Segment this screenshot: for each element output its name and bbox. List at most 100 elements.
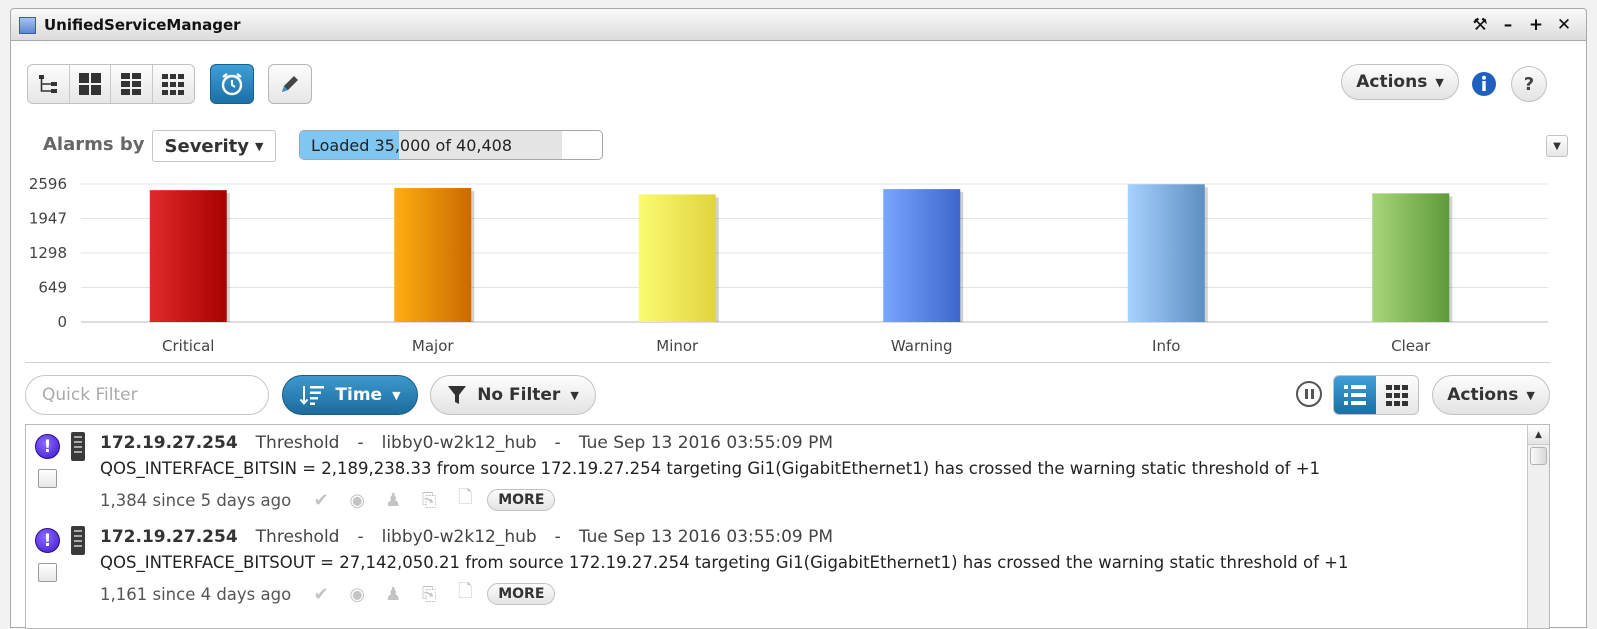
- tree-view-button[interactable]: [28, 65, 70, 103]
- alarm-message: QOS_INTERFACE_BITSOUT = 27,142,050.21 fr…: [100, 553, 1349, 572]
- alarm-type: Threshold: [255, 527, 340, 547]
- alarm-device: libby0-w2k12_hub: [381, 433, 537, 453]
- acknowledge-icon[interactable]: ✔: [309, 584, 333, 605]
- quick-filter-input[interactable]: [25, 375, 269, 415]
- alarm-ip: 172.19.27.254: [100, 433, 238, 453]
- alarm-header: 172.19.27.254 Threshold - libby0-w2k12_hub -…: [100, 527, 833, 547]
- server-icon: [71, 526, 85, 555]
- x-tick-label: Critical: [162, 337, 214, 355]
- bar-major[interactable]: [394, 188, 472, 322]
- scroll-up-arrow-icon[interactable]: ▲: [1528, 425, 1549, 445]
- bar-info[interactable]: [1127, 184, 1205, 322]
- wrench-icon[interactable]: ⚒: [1472, 15, 1488, 35]
- alarm-header: 172.19.27.254 Threshold - libby0-w2k12_hub -…: [100, 433, 833, 453]
- app-icon: [19, 17, 36, 34]
- sort-label: Time: [335, 385, 383, 405]
- alarm-row[interactable]: ! 172.19.27.254 Threshold - libby0-w2k12_hu…: [26, 519, 1526, 607]
- caret-down-icon: ▼: [1435, 75, 1444, 89]
- add-note-icon[interactable]: 🗋: [453, 579, 477, 609]
- chart-collapse-button[interactable]: ▼: [1546, 135, 1568, 157]
- alarm-footer: 1,161 since 4 days ago ✔ ◉ ♟ ⎘ 🗋 MORE: [100, 579, 556, 609]
- server-icon: [71, 432, 85, 461]
- grid-large-icon: [78, 73, 101, 95]
- close-button[interactable]: ✕: [1556, 15, 1572, 35]
- tile-view-button[interactable]: [1376, 376, 1418, 414]
- minimize-button[interactable]: –: [1500, 15, 1516, 35]
- add-note-icon[interactable]: 🗋: [453, 485, 477, 515]
- top-actions-label: Actions: [1356, 72, 1428, 92]
- x-tick-label: Warning: [891, 337, 953, 355]
- progress-text: Loaded 35,000 of 40,408: [311, 136, 513, 155]
- alarm-view-button[interactable]: [210, 64, 254, 104]
- no-filter-button[interactable]: No Filter ▼: [430, 375, 596, 415]
- separator: -: [357, 433, 364, 453]
- bar-minor[interactable]: [638, 194, 716, 322]
- alarm-message: QOS_INTERFACE_BITSIN = 2,189,238.33 from…: [100, 459, 1321, 478]
- funnel-icon: [448, 386, 467, 404]
- more-button[interactable]: MORE: [487, 489, 556, 511]
- grid-2x3-button[interactable]: [111, 65, 153, 103]
- eye-icon[interactable]: ◉: [345, 490, 369, 511]
- user-assign-icon[interactable]: ♟: [381, 584, 405, 605]
- alarm-device: libby0-w2k12_hub: [381, 527, 537, 547]
- pencil-icon: [282, 76, 298, 92]
- alarm-footer: 1,384 since 5 days ago ✔ ◉ ♟ ⎘ 🗋 MORE: [100, 485, 556, 515]
- sort-icon: [300, 386, 325, 406]
- pause-button[interactable]: [1296, 381, 1322, 407]
- grid-small-icon: [1386, 385, 1408, 406]
- caret-down-icon: ▼: [1526, 388, 1535, 402]
- separator: -: [357, 527, 364, 547]
- grid-3x3-button[interactable]: [153, 65, 194, 103]
- severity-select-value: Severity: [164, 135, 250, 157]
- alarm-list-scrollbar[interactable]: ▲: [1527, 425, 1549, 628]
- alarm-time: Tue Sep 13 2016 03:55:09 PM: [578, 433, 834, 453]
- load-progress-bar: Loaded 35,000 of 40,408: [299, 130, 603, 160]
- export-icon[interactable]: ⎘: [417, 584, 441, 605]
- question-icon: ?: [1523, 73, 1535, 95]
- info-button[interactable]: [1466, 66, 1502, 102]
- list-view-toggle: [1333, 375, 1419, 415]
- bar-critical[interactable]: [149, 190, 227, 322]
- window-title: UnifiedServiceManager: [44, 16, 241, 34]
- alarm-checkbox[interactable]: [38, 469, 57, 488]
- help-button[interactable]: ?: [1511, 66, 1547, 102]
- alarm-row[interactable]: ! 172.19.27.254 Threshold - libby0-w2k12_hu…: [26, 425, 1526, 513]
- edit-button[interactable]: [268, 64, 312, 104]
- list-actions-button[interactable]: Actions ▼: [1432, 375, 1550, 415]
- chart-divider: [25, 362, 1550, 363]
- title-bar: UnifiedServiceManager ⚒ – + ✕: [11, 9, 1586, 41]
- y-tick-label: 1298: [29, 244, 67, 262]
- acknowledge-icon[interactable]: ✔: [309, 490, 333, 511]
- grid-2x2-button[interactable]: [70, 65, 111, 103]
- top-actions-button[interactable]: Actions ▼: [1341, 64, 1459, 100]
- severity-select[interactable]: Severity ▼: [152, 130, 276, 162]
- alarms-by-label: Alarms by: [43, 134, 145, 155]
- scroll-thumb[interactable]: [1530, 447, 1547, 465]
- bar-warning[interactable]: [883, 189, 961, 322]
- filter-label: No Filter: [477, 385, 561, 405]
- layout-button-group: [27, 64, 195, 104]
- alarm-checkbox[interactable]: [38, 563, 57, 582]
- user-assign-icon[interactable]: ♟: [381, 490, 405, 511]
- info-icon: [1472, 72, 1496, 96]
- export-icon[interactable]: ⎘: [417, 490, 441, 511]
- y-tick-label: 2596: [29, 175, 67, 193]
- caret-down-icon: ▼: [1553, 140, 1561, 152]
- more-button[interactable]: MORE: [487, 583, 556, 605]
- separator: -: [554, 527, 561, 547]
- tree-icon: [39, 75, 58, 93]
- y-tick-label: 649: [38, 279, 67, 297]
- alarm-time: Tue Sep 13 2016 03:55:09 PM: [578, 527, 834, 547]
- eye-icon[interactable]: ◉: [345, 584, 369, 605]
- alarm-type: Threshold: [255, 433, 340, 453]
- y-tick-label: 1947: [29, 210, 67, 228]
- sort-time-button[interactable]: Time ▼: [282, 375, 418, 415]
- list-view-button[interactable]: [1334, 376, 1376, 414]
- x-tick-label: Minor: [656, 337, 699, 355]
- separator: -: [554, 433, 561, 453]
- bar-clear[interactable]: [1372, 193, 1450, 322]
- alarm-list: ! 172.19.27.254 Threshold - libby0-w2k12_hu…: [25, 424, 1550, 629]
- pause-icon-bar: [1310, 389, 1314, 399]
- list-actions-label: Actions: [1447, 385, 1519, 405]
- maximize-button[interactable]: +: [1528, 15, 1544, 35]
